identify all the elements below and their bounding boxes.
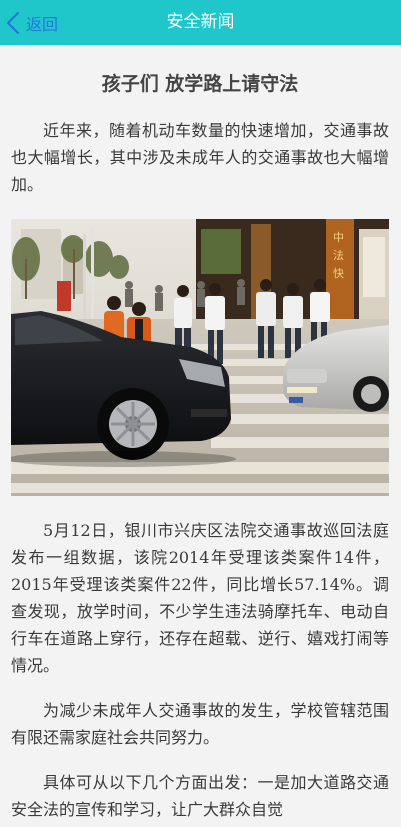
- article-paragraph-3: 为减少未成年人交通事故的发生，学校管辖范围有限还需家庭社会共同努力。: [11, 701, 389, 747]
- article-content: 孩子们 放学路上请守法 近年来，随着机动车数量的快速增加，交通事故也大幅增长，其…: [11, 45, 389, 823]
- chevron-left-icon: [6, 11, 20, 35]
- back-button[interactable]: 返回: [6, 0, 58, 45]
- article-title: 孩子们 放学路上请守法: [101, 73, 299, 95]
- article-paragraph-4: 具体可从以下几个方面出发：一是加大道路交通安全法的宣传和学习，让广大群众自觉: [11, 773, 389, 819]
- app-header: 返回 安全新闻: [0, 0, 401, 45]
- article-paragraph-1: 近年来，随着机动车数量的快速增加，交通事故也大幅增长，其中涉及未成年人的交通事故…: [11, 121, 389, 194]
- article-paragraph-2: 5月12日，银川市兴庆区法院交通事故巡回法庭发布一组数据，该院2014年受理该类…: [11, 521, 389, 675]
- svg-text:快: 快: [333, 267, 344, 280]
- page-title: 安全新闻: [166, 12, 235, 32]
- article-photo: 中 法 快: [11, 219, 389, 496]
- back-label: 返回: [26, 14, 59, 34]
- svg-text:中: 中: [333, 231, 344, 244]
- svg-text:法: 法: [333, 248, 344, 262]
